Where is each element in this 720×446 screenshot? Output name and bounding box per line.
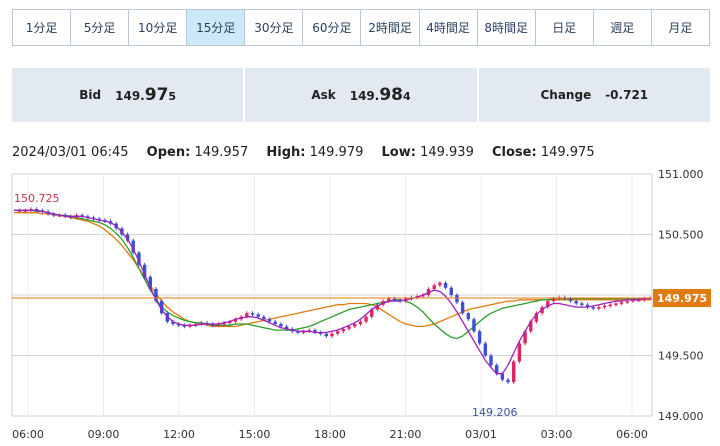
candle-body bbox=[438, 282, 442, 286]
bid-value: 149.975 bbox=[115, 85, 176, 105]
candle-body bbox=[364, 316, 368, 322]
timeframe-tab-0[interactable]: 1分足 bbox=[13, 10, 72, 45]
candle-body bbox=[250, 313, 255, 315]
bid-main: 149. bbox=[115, 89, 145, 103]
low-label: Low: bbox=[381, 145, 416, 160]
open-label: Open: bbox=[146, 145, 191, 160]
candle-body bbox=[460, 302, 465, 314]
low-value: 149.939 bbox=[420, 145, 474, 160]
bid-label: Bid bbox=[79, 88, 102, 102]
candle-body bbox=[335, 331, 340, 334]
candle-body bbox=[330, 333, 334, 337]
timeframe-tab-11[interactable]: 月足 bbox=[651, 10, 709, 45]
x-tick-label: 15:00 bbox=[239, 428, 271, 441]
candle-body bbox=[602, 305, 607, 308]
bid-small: 5 bbox=[168, 90, 177, 103]
candle-body bbox=[392, 298, 397, 301]
candle-body bbox=[597, 307, 601, 309]
timeframe-tab-7[interactable]: 4時間足 bbox=[419, 10, 478, 45]
candle-body bbox=[551, 298, 556, 302]
x-tick-label: 09:00 bbox=[88, 428, 120, 441]
low-marker-label: 149.206 bbox=[472, 406, 518, 419]
candle-body bbox=[449, 287, 453, 295]
candle-body bbox=[512, 361, 516, 383]
timeframe-tab-5[interactable]: 60分足 bbox=[303, 10, 362, 45]
ask-main: 149. bbox=[349, 89, 380, 103]
y-tick-label: 151.000 bbox=[658, 168, 704, 181]
candle-body bbox=[483, 343, 488, 356]
candle-body bbox=[580, 303, 584, 305]
candle-body bbox=[443, 282, 448, 288]
candle-body bbox=[256, 314, 260, 317]
timeframe-tab-2[interactable]: 10分足 bbox=[129, 10, 188, 45]
candle-body bbox=[324, 333, 329, 337]
change-box: Change -0.721 bbox=[478, 68, 710, 122]
ask-value: 149.984 bbox=[350, 85, 411, 105]
y-tick-label: 149.500 bbox=[658, 350, 704, 363]
ask-label: Ask bbox=[311, 88, 336, 102]
candle-body bbox=[341, 328, 346, 332]
high-marker-label: 150.725 bbox=[14, 192, 60, 205]
timeframe-tab-9[interactable]: 日足 bbox=[535, 10, 594, 45]
candle-body bbox=[432, 285, 436, 289]
timeframe-tabs: 1分足 5分足 10分足 15分足 30分足 60分足 2時間足 4時間足 8時間足 日足 週足 月足 bbox=[12, 9, 710, 46]
close-label: Close: bbox=[492, 145, 537, 160]
x-tick-label: 06:00 bbox=[616, 428, 648, 441]
candle-body bbox=[517, 343, 522, 362]
current-price-label: 149.975 bbox=[657, 292, 707, 305]
candle-body bbox=[477, 331, 482, 344]
y-tick-label: 150.500 bbox=[658, 229, 704, 242]
change-label: Change bbox=[540, 88, 592, 102]
candle-body bbox=[506, 379, 510, 383]
high-value: 149.979 bbox=[309, 145, 364, 160]
candle-body bbox=[574, 301, 578, 304]
candle-body bbox=[591, 307, 595, 309]
candle-body bbox=[273, 321, 277, 325]
candle-body bbox=[619, 302, 624, 304]
candle-body bbox=[614, 303, 618, 305]
ohlc-datetime: 2024/03/01 06:45 bbox=[12, 145, 129, 160]
x-tick-label: 18:00 bbox=[314, 428, 346, 441]
candle-body bbox=[358, 321, 363, 325]
open-value: 149.957 bbox=[194, 145, 249, 160]
timeframe-tab-10[interactable]: 週足 bbox=[593, 10, 652, 45]
candle-body bbox=[608, 304, 612, 307]
high-label: High: bbox=[266, 145, 306, 160]
candle-body bbox=[267, 319, 272, 322]
candle-body bbox=[262, 316, 266, 320]
ask-box: Ask 149.984 bbox=[245, 68, 477, 122]
candle-body bbox=[568, 298, 573, 302]
candle-body bbox=[625, 301, 629, 303]
x-tick-label: 12:00 bbox=[163, 428, 195, 441]
close-value: 149.975 bbox=[540, 145, 595, 160]
candle-body bbox=[353, 324, 357, 327]
candlestick-chart[interactable]: 151.000150.500150.000149.500149.00006:00… bbox=[0, 168, 720, 446]
x-tick-label: 21:00 bbox=[390, 428, 422, 441]
bid-box: Bid 149.975 bbox=[12, 68, 244, 122]
x-tick-label: 03/01 bbox=[465, 428, 497, 441]
timeframe-tab-4[interactable]: 30分足 bbox=[245, 10, 304, 45]
timeframe-tab-1[interactable]: 5分足 bbox=[71, 10, 130, 45]
candle-body bbox=[489, 355, 493, 366]
x-tick-label: 06:00 bbox=[12, 428, 44, 441]
candle-body bbox=[472, 319, 476, 332]
timeframe-tab-8[interactable]: 8時間足 bbox=[477, 10, 536, 45]
x-tick-label: 03:00 bbox=[541, 428, 573, 441]
y-tick-label: 149.000 bbox=[658, 410, 704, 423]
candle-body bbox=[500, 373, 505, 380]
ohlc-readout: 2024/03/01 06:45 Open: 149.957 High: 149… bbox=[12, 145, 595, 160]
bid-big: 97 bbox=[144, 85, 169, 105]
timeframe-tab-3[interactable]: 15分足 bbox=[187, 10, 246, 45]
quote-panel: Bid 149.975 Ask 149.984 Change -0.721 bbox=[12, 68, 710, 122]
candle-body bbox=[279, 324, 283, 327]
timeframe-tab-6[interactable]: 2時間足 bbox=[361, 10, 420, 45]
ask-big: 98 bbox=[379, 85, 404, 105]
candle-body bbox=[466, 313, 470, 320]
candle-body bbox=[455, 295, 459, 303]
change-value: -0.721 bbox=[605, 88, 649, 102]
ask-small: 4 bbox=[403, 90, 411, 103]
candle-body bbox=[347, 326, 351, 329]
